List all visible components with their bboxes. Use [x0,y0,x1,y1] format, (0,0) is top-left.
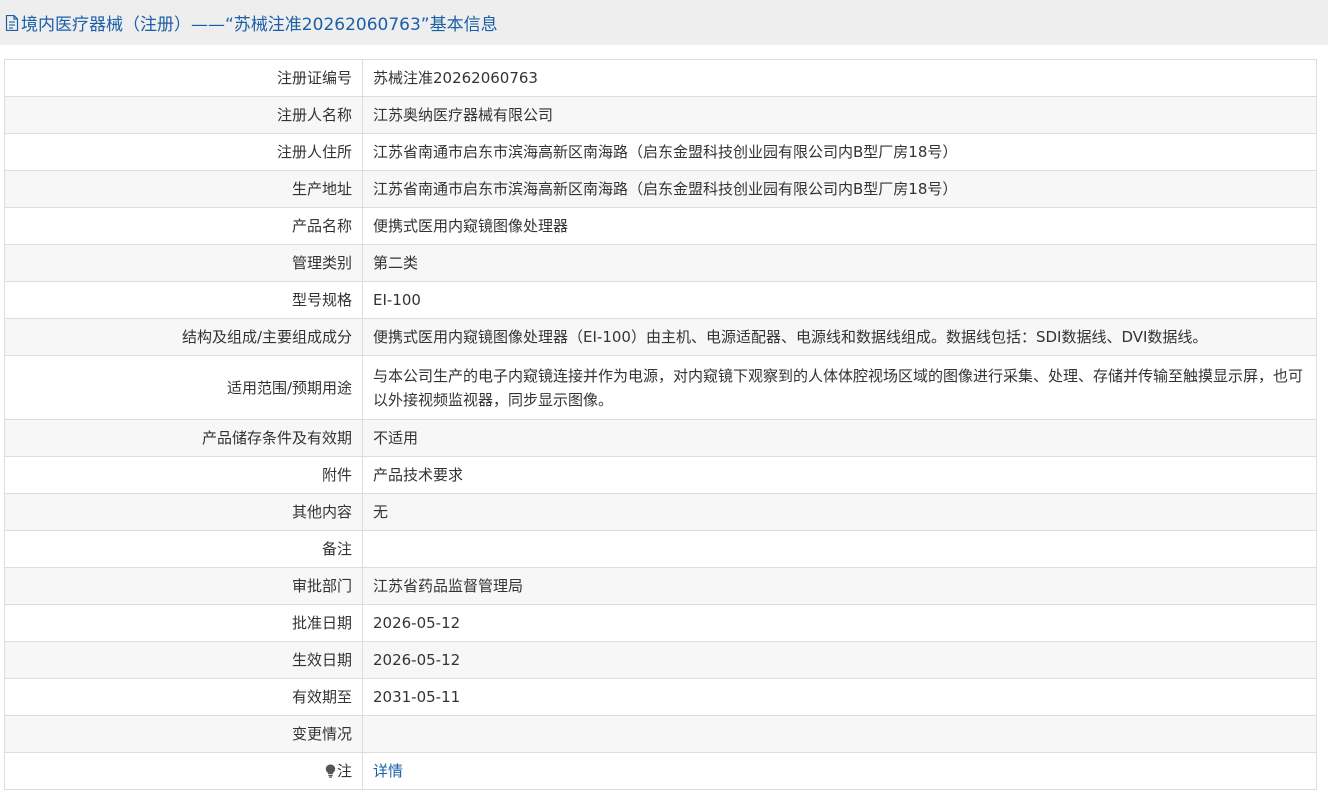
table-row: 变更情况 [4,715,1317,753]
table-row: 产品名称 便携式医用内窥镜图像处理器 [4,207,1317,245]
row-label: 审批部门 [4,567,363,605]
row-value: 苏械注准20262060763 [362,59,1317,97]
row-value: 第二类 [362,244,1317,282]
row-label: 管理类别 [4,244,363,282]
table-row: 审批部门 江苏省药品监督管理局 [4,567,1317,605]
table-row: 产品储存条件及有效期 不适用 [4,419,1317,457]
row-value: 产品技术要求 [362,456,1317,494]
row-value: 无 [362,493,1317,531]
row-label: 批准日期 [4,604,363,642]
row-label: 注册证编号 [4,59,363,97]
row-label: 备注 [4,530,363,568]
row-label: 生产地址 [4,170,363,208]
table-row: 附件 产品技术要求 [4,456,1317,494]
row-value: 江苏省南通市启东市滨海高新区南海路（启东金盟科技创业园有限公司内B型厂房18号） [362,133,1317,171]
row-value [362,530,1317,568]
row-label: 注册人名称 [4,96,363,134]
row-value [362,715,1317,753]
table-row: 注 详情 [4,752,1317,790]
table-row: 生产地址 江苏省南通市启东市滨海高新区南海路（启东金盟科技创业园有限公司内B型厂… [4,170,1317,208]
table-row: 注册人名称 江苏奥纳医疗器械有限公司 [4,96,1317,134]
row-label: 附件 [4,456,363,494]
table-row: 注册证编号 苏械注准20262060763 [4,59,1317,97]
table-row: 注册人住所 江苏省南通市启东市滨海高新区南海路（启东金盟科技创业园有限公司内B型… [4,133,1317,171]
row-value: 详情 [362,752,1317,790]
row-value: 与本公司生产的电子内窥镜连接并作为电源，对内窥镜下观察到的人体体腔视场区域的图像… [362,355,1317,420]
table-row: 型号规格 EI-100 [4,281,1317,319]
table-row: 有效期至 2031-05-11 [4,678,1317,716]
table-row: 结构及组成/主要组成成分 便携式医用内窥镜图像处理器（EI-100）由主机、电源… [4,318,1317,356]
row-label: 适用范围/预期用途 [4,355,363,420]
row-value: 便携式医用内窥镜图像处理器（EI-100）由主机、电源适配器、电源线和数据线组成… [362,318,1317,356]
row-label: 有效期至 [4,678,363,716]
row-label: 型号规格 [4,281,363,319]
row-value: 江苏奥纳医疗器械有限公司 [362,96,1317,134]
table-row: 其他内容 无 [4,493,1317,531]
lightbulb-icon [325,764,336,778]
row-label: 结构及组成/主要组成成分 [4,318,363,356]
table-row: 备注 [4,530,1317,568]
details-link[interactable]: 详情 [373,762,403,780]
row-label: 生效日期 [4,641,363,679]
row-value: 江苏省药品监督管理局 [362,567,1317,605]
document-icon [5,14,19,31]
table-row: 适用范围/预期用途 与本公司生产的电子内窥镜连接并作为电源，对内窥镜下观察到的人… [4,355,1317,420]
row-label: 产品储存条件及有效期 [4,419,363,457]
table-row: 批准日期 2026-05-12 [4,604,1317,642]
row-value: 不适用 [362,419,1317,457]
row-value: EI-100 [362,281,1317,319]
row-label: 注册人住所 [4,133,363,171]
row-value: 便携式医用内窥镜图像处理器 [362,207,1317,245]
row-label: 产品名称 [4,207,363,245]
row-label: 其他内容 [4,493,363,531]
page-header: 境内医疗器械（注册）——“苏械注准20262060763”基本信息 [0,0,1328,45]
row-label: 注 [336,762,352,780]
table-row: 管理类别 第二类 [4,244,1317,282]
page-title: 境内医疗器械（注册）——“苏械注准20262060763”基本信息 [21,15,498,35]
row-value: 江苏省南通市启东市滨海高新区南海路（启东金盟科技创业园有限公司内B型厂房18号） [362,170,1317,208]
row-value: 2026-05-12 [362,604,1317,642]
table-row: 生效日期 2026-05-12 [4,641,1317,679]
row-label: 变更情况 [4,715,363,753]
info-table: 注册证编号 苏械注准20262060763 注册人名称 江苏奥纳医疗器械有限公司… [4,59,1317,790]
row-value: 2026-05-12 [362,641,1317,679]
note-label-cell: 注 [4,752,363,790]
row-value: 2031-05-11 [362,678,1317,716]
